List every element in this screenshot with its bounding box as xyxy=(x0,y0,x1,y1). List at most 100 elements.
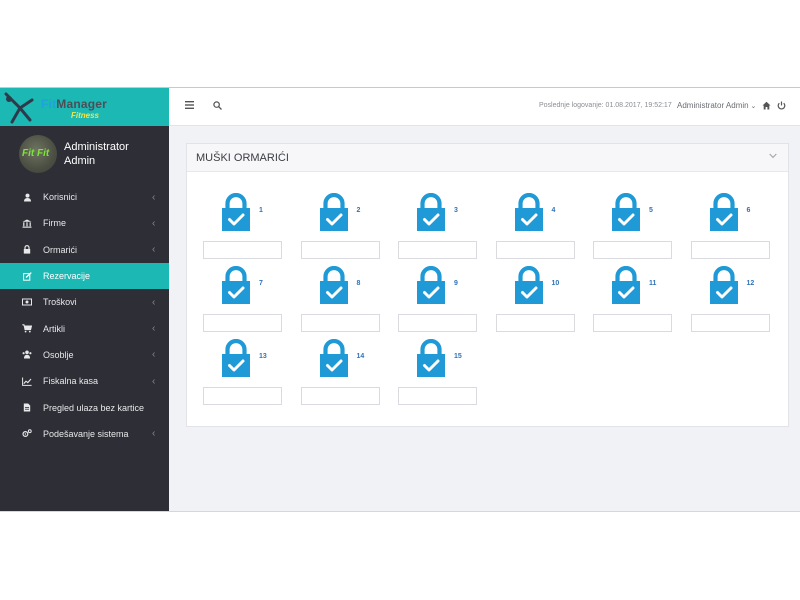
locker-input[interactable] xyxy=(300,387,380,405)
locker-input[interactable] xyxy=(398,314,477,332)
locker-item: 2 xyxy=(300,192,383,263)
lock-check-icon[interactable] xyxy=(222,265,250,304)
panel-header[interactable]: MUŠKI ORMARIĆI xyxy=(187,144,788,172)
locker-item: 1 xyxy=(203,192,285,263)
lock-check-icon[interactable] xyxy=(514,192,543,231)
power-icon[interactable] xyxy=(777,101,786,110)
locker-input[interactable] xyxy=(495,314,575,332)
locker-number: 6 xyxy=(746,207,751,214)
users-icon xyxy=(22,350,32,360)
locker-number: 4 xyxy=(551,207,556,214)
chevron-left-icon: ‹ xyxy=(152,375,156,387)
locker-item: 7 xyxy=(203,265,285,336)
locker-item: 13 xyxy=(203,338,285,409)
sidebar-item-osoblje[interactable]: Osoblje ‹ xyxy=(0,342,169,368)
locker-item: 12 xyxy=(690,265,773,336)
lock-check-icon[interactable] xyxy=(417,265,445,304)
locker-item: 9 xyxy=(398,265,480,336)
search-icon[interactable] xyxy=(213,101,222,110)
lock-check-icon[interactable] xyxy=(417,192,445,231)
locker-number: 12 xyxy=(746,280,755,287)
home-icon[interactable] xyxy=(762,101,771,110)
sidebar-item-ormari-i[interactable]: Ormarići ‹ xyxy=(0,237,169,263)
sidebar-item-artikli[interactable]: Artikli ‹ xyxy=(0,315,169,341)
admin-dropdown[interactable]: Administrator Admin ⌄ xyxy=(677,101,756,110)
locker-item: 3 xyxy=(398,192,480,263)
locker-input[interactable] xyxy=(495,241,575,259)
sidebar-item-label: Fiskalna kasa xyxy=(43,376,99,387)
lock-check-icon[interactable] xyxy=(417,338,445,377)
logo-subtitle: Fitness xyxy=(71,111,100,120)
sidebar-item-pregled-ulaza-bez-kartice[interactable]: Pregled ulaza bez kartice xyxy=(0,394,169,420)
document-icon xyxy=(22,403,32,413)
locker-input[interactable] xyxy=(300,241,380,259)
logo-figure-icon xyxy=(4,92,34,124)
lock-check-icon[interactable] xyxy=(612,192,640,231)
locker-input[interactable] xyxy=(398,241,477,259)
locker-item: 11 xyxy=(593,265,675,336)
locker-number: 10 xyxy=(551,280,560,287)
sidebar-item-label: Rezervacije xyxy=(43,271,91,282)
locker-input[interactable] xyxy=(690,314,770,332)
locker-input[interactable] xyxy=(593,314,672,332)
sidebar-item-firme[interactable]: Firme ‹ xyxy=(0,210,169,236)
lock-check-icon[interactable] xyxy=(319,338,348,377)
locker-item: 6 xyxy=(690,192,773,263)
locker-number: 7 xyxy=(259,280,263,287)
lock-check-icon[interactable] xyxy=(319,192,348,231)
locker-input[interactable] xyxy=(300,314,380,332)
panel-title: MUŠKI ORMARIĆI xyxy=(196,152,289,164)
top-bar: Poslednje logovanje: 01.08.2017, 19:52:1… xyxy=(169,88,800,126)
lock-check-icon[interactable] xyxy=(319,265,348,304)
locker-input[interactable] xyxy=(398,387,477,405)
user-name: Administrator Admin xyxy=(64,141,129,167)
sidebar-item-label: Troškovi xyxy=(43,297,77,308)
locker-item: 4 xyxy=(495,192,578,263)
locker-input[interactable] xyxy=(203,387,282,405)
sidebar-item-label: Osoblje xyxy=(43,349,74,360)
locker-input[interactable] xyxy=(593,241,672,259)
lock-check-icon[interactable] xyxy=(222,338,250,377)
lock-check-icon[interactable] xyxy=(612,265,640,304)
sidebar-item-label: Artikli xyxy=(43,323,65,334)
sidebar-item-fiskalna-kasa[interactable]: Fiskalna kasa ‹ xyxy=(0,368,169,394)
locker-number: 5 xyxy=(649,207,653,214)
chevron-down-icon: ⌄ xyxy=(748,103,757,110)
avatar-logo-text: Fit Fit xyxy=(22,148,50,159)
lock-check-icon[interactable] xyxy=(222,192,250,231)
sidebar-nav: Korisnici ‹ Firme ‹ Ormarići ‹ Rezervacije Troš… xyxy=(0,184,169,447)
sidebar-item-rezervacije[interactable]: Rezervacije xyxy=(0,262,169,290)
locker-input[interactable] xyxy=(690,241,770,259)
sidebar-item-label: Podešavanje sistema xyxy=(43,428,129,439)
money-icon xyxy=(22,297,32,307)
sidebar-item-tro-kovi[interactable]: Troškovi ‹ xyxy=(0,289,169,315)
logo-text-gray: Manager xyxy=(56,97,108,111)
admin-dropdown-label: Administrator Admin xyxy=(677,101,749,110)
chevron-left-icon: ‹ xyxy=(152,349,156,361)
lock-check-icon[interactable] xyxy=(709,192,738,231)
logo-bar[interactable]: FitManager Fitness xyxy=(0,88,169,126)
sidebar-item-korisnici[interactable]: Korisnici ‹ xyxy=(0,184,169,210)
locker-item: 15 xyxy=(398,338,480,409)
avatar[interactable]: Fit Fit xyxy=(19,135,57,173)
app-window: FitManager Fitness Fit Fit Administrator… xyxy=(0,88,800,512)
hamburger-menu-icon[interactable] xyxy=(185,101,194,109)
chevron-left-icon: ‹ xyxy=(152,217,156,229)
sidebar-item-pode-avanje-sistema[interactable]: Podešavanje sistema ‹ xyxy=(0,421,169,447)
sidebar-item-label: Korisnici xyxy=(43,192,78,203)
lock-check-icon[interactable] xyxy=(709,265,738,304)
lockers-panel: MUŠKI ORMARIĆI 1 2 3 4 5 6 7 8 9 10 11 12 13 14 15 xyxy=(186,143,789,427)
collapse-chevron-icon[interactable] xyxy=(769,153,777,159)
locker-input[interactable] xyxy=(203,314,282,332)
locker-number: 8 xyxy=(356,280,361,287)
chevron-left-icon: ‹ xyxy=(152,323,156,335)
sidebar-item-label: Pregled ulaza bez kartice xyxy=(43,402,145,413)
chevron-left-icon: ‹ xyxy=(152,191,156,203)
locker-number: 3 xyxy=(454,207,458,214)
lock-check-icon[interactable] xyxy=(514,265,543,304)
locker-item: 10 xyxy=(495,265,578,336)
locker-number: 9 xyxy=(454,280,458,287)
user-icon xyxy=(22,192,32,202)
locker-item: 8 xyxy=(300,265,383,336)
locker-input[interactable] xyxy=(203,241,282,259)
